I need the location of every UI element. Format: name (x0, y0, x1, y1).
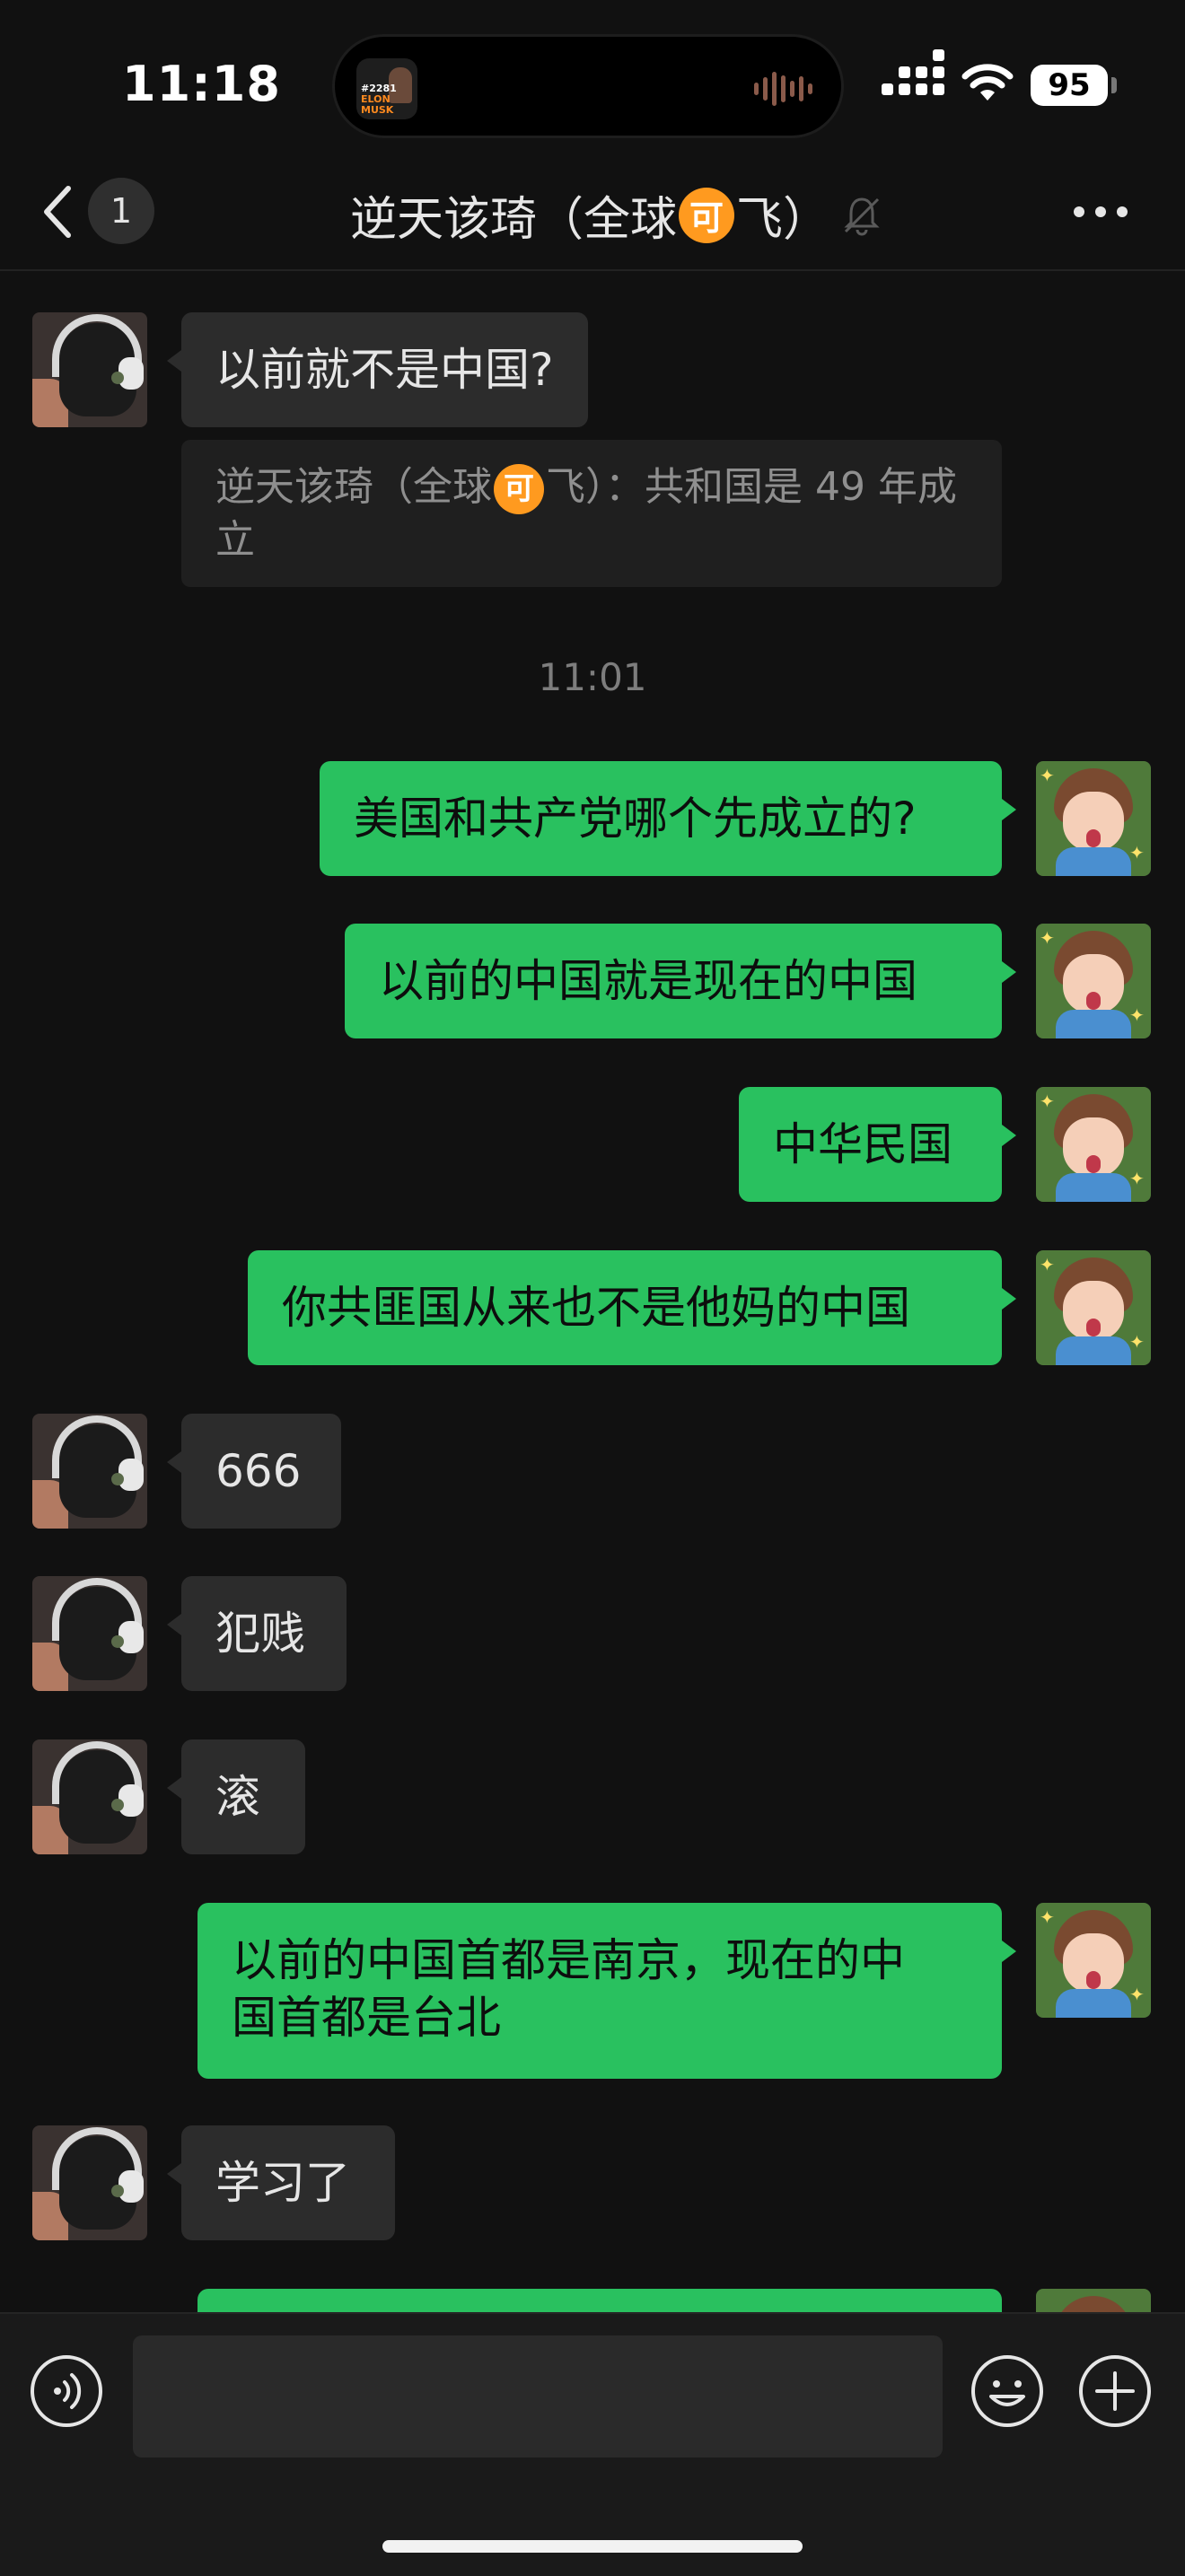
chat-title-text: 逆天该琦（全球 (350, 193, 678, 247)
avatar[interactable]: ✦ ✦ (1036, 1087, 1151, 1202)
audio-waveform-icon (754, 71, 812, 107)
message-line: 国首都是台北 (232, 1992, 501, 2044)
chat-header: 1 逆天该琦（全球 可 飞） (0, 162, 1185, 271)
mute-bell-icon (844, 197, 880, 235)
message-list[interactable]: 以前就不是中国? 逆天该琦（全球可飞）：共和国是 49 年成立 11:01 美国… (0, 269, 1185, 2312)
avatar[interactable] (32, 1414, 147, 1529)
sent-message[interactable]: 美国和共产党哪个先成立的? (320, 761, 1016, 876)
sent-message[interactable]: 你共匪国从来也不是他妈的中国 (248, 1250, 1016, 1365)
sent-message[interactable]: 以前的中国就是现在的中国 (345, 924, 1016, 1038)
dynamic-island[interactable]: #2281 ELON MUSK (332, 34, 844, 138)
ke-emoji-icon: 可 (494, 464, 544, 514)
avatar[interactable] (32, 2125, 147, 2240)
home-indicator[interactable] (382, 2540, 803, 2553)
received-message[interactable]: 犯贱 (167, 1576, 347, 1691)
sent-message[interactable]: 以前的中国首都是南京，现在的中 国首都是台北 (198, 1903, 1016, 2079)
podcast-artwork: #2281 ELON MUSK (356, 58, 417, 119)
quoted-message[interactable]: 逆天该琦（全球可飞）：共和国是 49 年成立 (181, 440, 1002, 587)
avatar[interactable] (32, 1739, 147, 1854)
back-chevron-icon[interactable] (40, 183, 75, 241)
ke-emoji-icon: 可 (679, 187, 735, 243)
unread-badge[interactable]: 1 (88, 178, 154, 244)
battery-indicator: 95 (1031, 65, 1108, 106)
battery-tip (1111, 77, 1117, 93)
message-input[interactable] (133, 2335, 943, 2458)
chat-title-suffix: 飞） (736, 193, 830, 247)
received-message[interactable]: 滚 (167, 1739, 305, 1854)
received-message[interactable]: 学习了 (167, 2125, 395, 2240)
more-dots-icon[interactable] (1074, 206, 1128, 217)
message-line: 以前的中国首都是南京，现在的中 (232, 1934, 905, 1986)
input-bar (0, 2312, 1185, 2576)
avatar[interactable]: ✦ ✦ (1036, 761, 1151, 876)
sent-message[interactable]: 中华民国 (739, 1087, 1016, 1202)
sent-message-partial[interactable] (198, 2289, 1002, 2312)
status-time: 11:18 (122, 56, 281, 112)
artwork-name-2: MUSK (361, 104, 394, 116)
avatar[interactable]: ✦ ✦ (1036, 1903, 1151, 2018)
emoji-icon[interactable] (970, 2353, 1045, 2429)
avatar[interactable] (1036, 2289, 1151, 2312)
voice-icon[interactable] (29, 2353, 104, 2429)
avatar[interactable] (32, 312, 147, 427)
plus-icon[interactable] (1077, 2353, 1153, 2429)
received-message[interactable]: 666 (167, 1414, 341, 1529)
received-message[interactable]: 以前就不是中国? (167, 312, 588, 427)
chat-title[interactable]: 逆天该琦（全球 可 飞） (350, 181, 883, 249)
timestamp: 11:01 (538, 655, 647, 699)
quote-author: 逆天该琦（全球 (215, 464, 492, 510)
status-bar: 11:18 #2281 ELON MUSK 95 (0, 0, 1185, 162)
wifi-icon (961, 64, 1014, 101)
cellular-signal-icon (882, 49, 944, 95)
avatar[interactable]: ✦ ✦ (1036, 924, 1151, 1038)
avatar[interactable] (32, 1576, 147, 1691)
avatar[interactable]: ✦ ✦ (1036, 1250, 1151, 1365)
